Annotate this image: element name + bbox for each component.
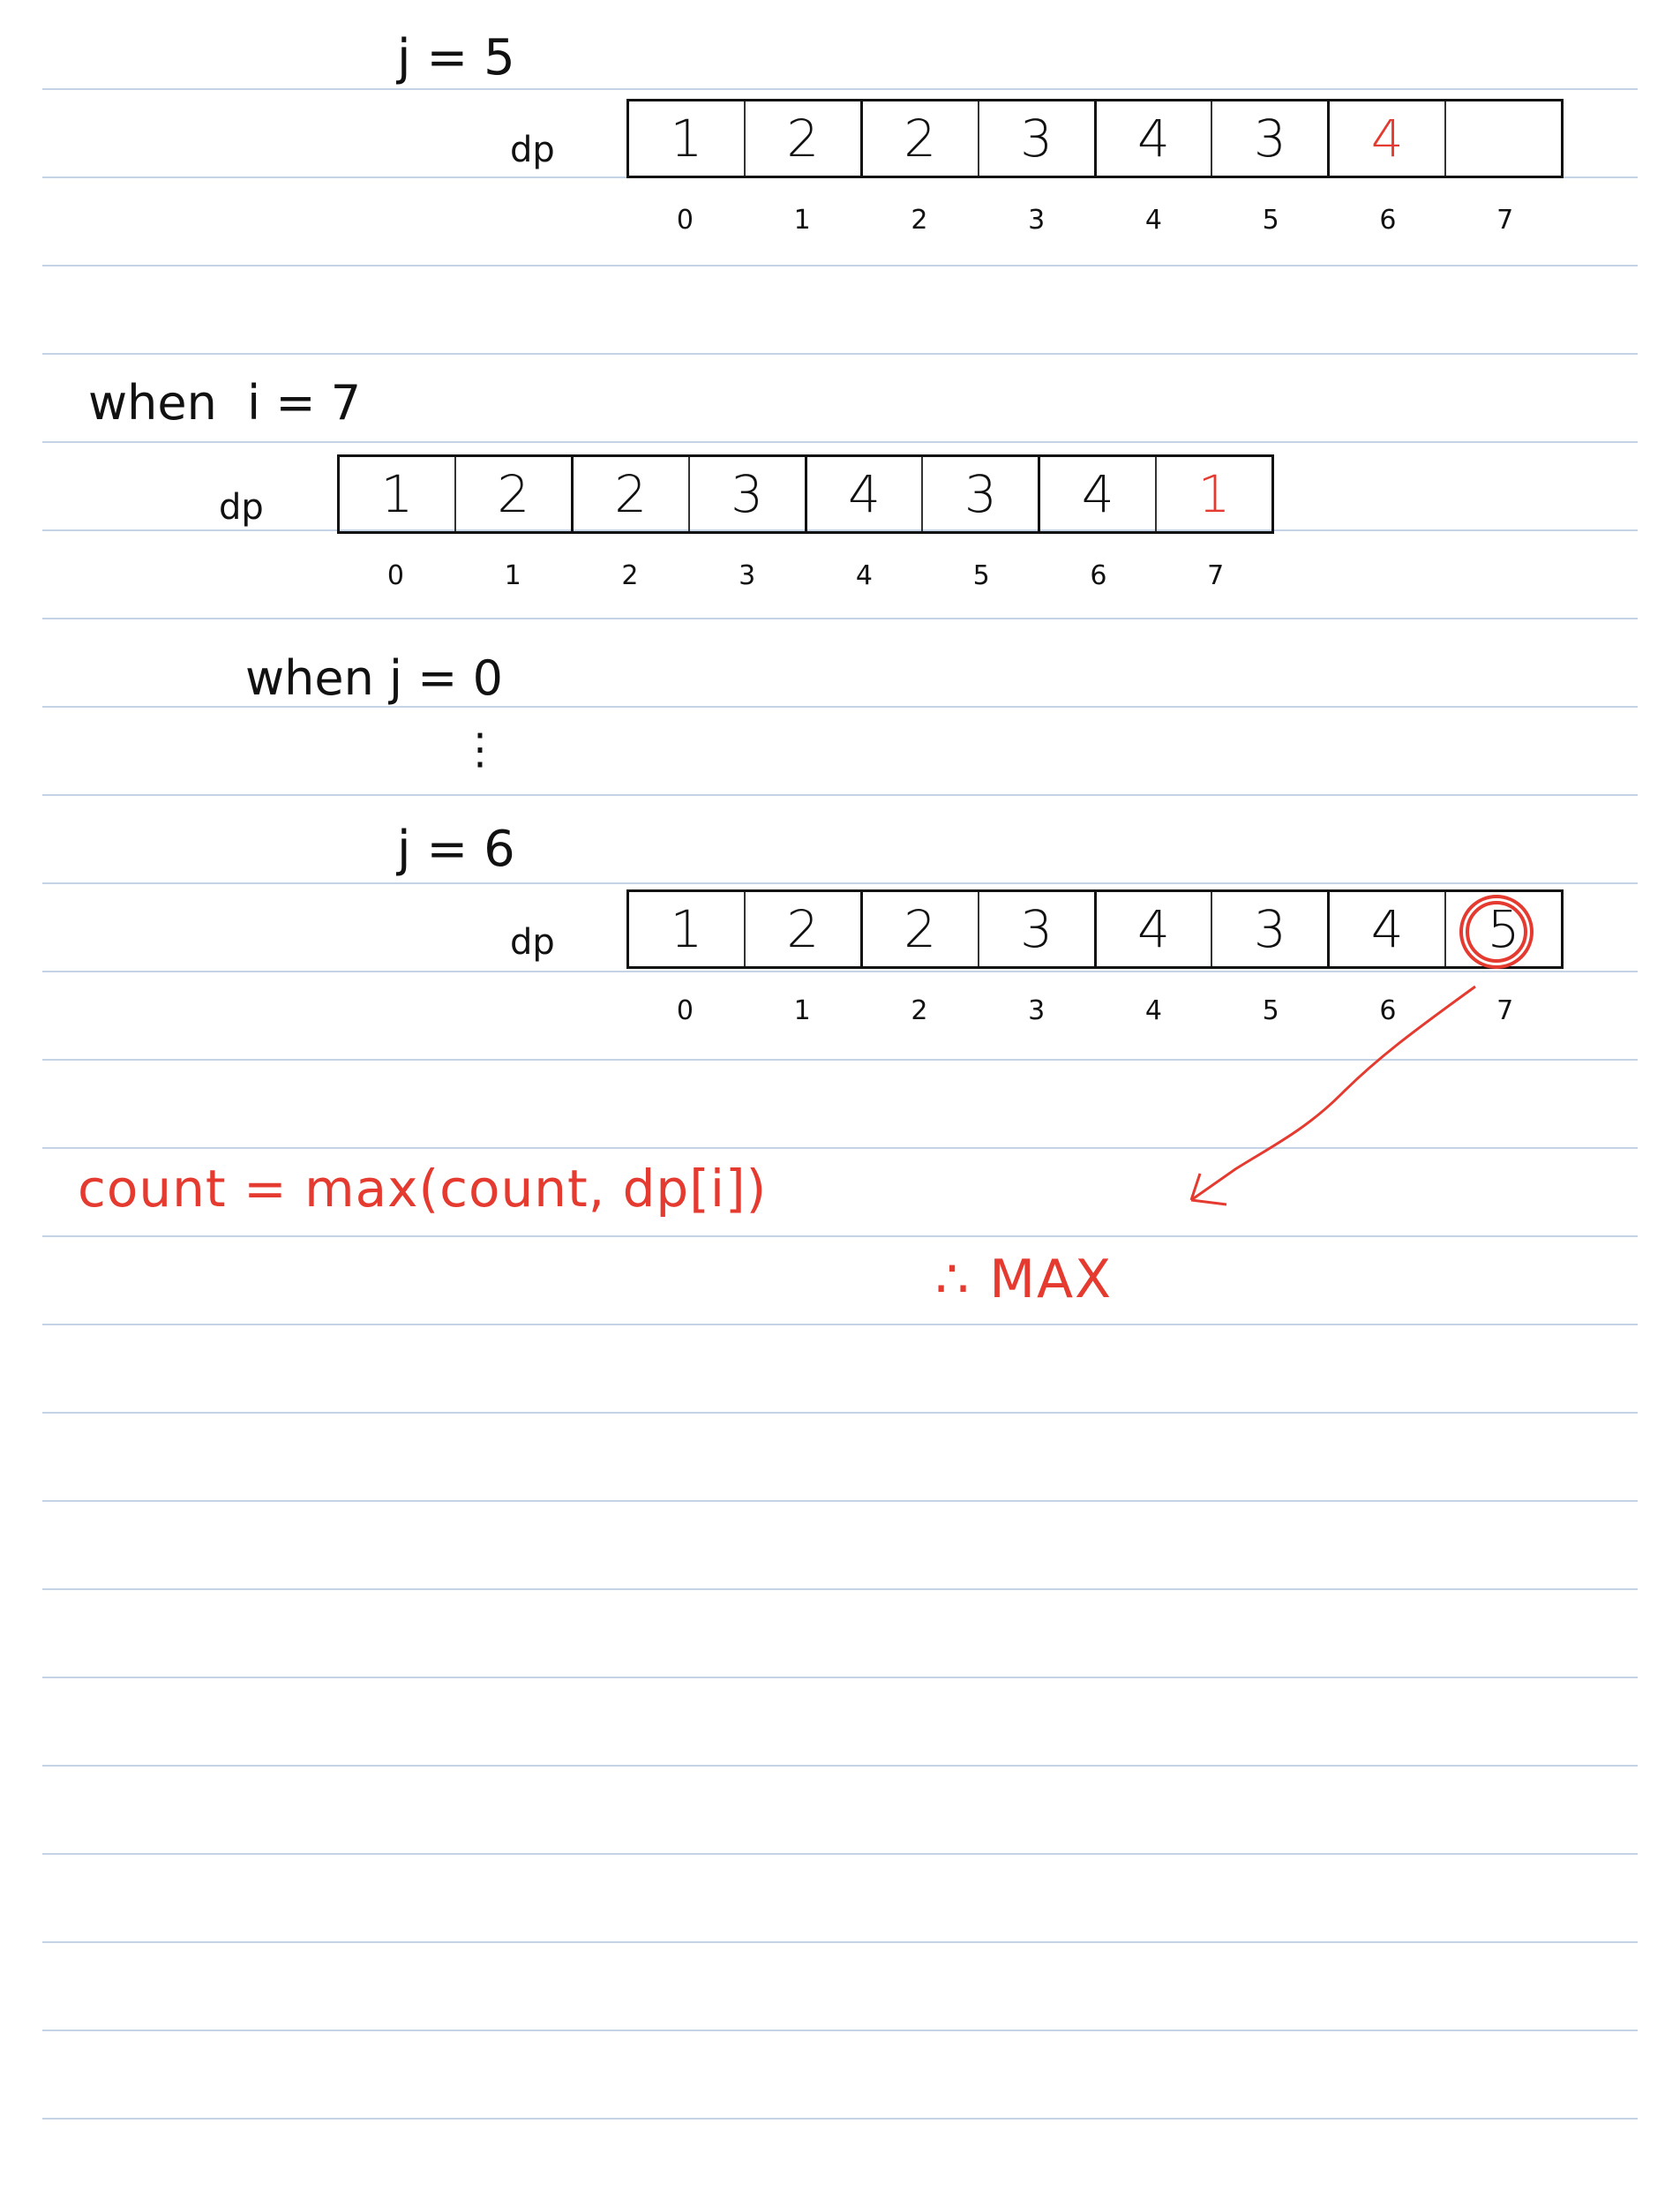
rule-line <box>42 706 1638 708</box>
dp-index: 0 <box>676 995 694 1026</box>
dp-cell: 4 <box>1038 457 1155 531</box>
dp-cell <box>1444 101 1561 176</box>
dp-index: 2 <box>911 995 928 1026</box>
notebook-rules <box>0 0 1680 2206</box>
dp-index: 3 <box>1028 205 1046 236</box>
dp-cell: 1 <box>1155 457 1271 531</box>
dp-cell: 2 <box>743 892 860 966</box>
max-formula: count = max(count, dp[i]) <box>78 1159 768 1219</box>
rule-line <box>42 1324 1638 1325</box>
rule-line <box>42 1059 1638 1061</box>
dp-cell: 4 <box>1093 892 1211 966</box>
dp-index: 6 <box>1379 205 1397 236</box>
rule-line <box>42 1147 1638 1149</box>
dp-index: 1 <box>793 995 811 1026</box>
dp-cell: 2 <box>859 101 978 176</box>
dp-cell: 3 <box>977 101 1094 176</box>
dp-index: 5 <box>1262 205 1279 236</box>
dp-index: 5 <box>972 560 990 591</box>
rule-line <box>42 1941 1638 1943</box>
block3-index-row: 0 1 2 3 4 5 6 7 <box>626 995 1564 1026</box>
dp-index: 7 <box>1207 560 1225 591</box>
rule-line <box>42 2118 1638 2120</box>
dp-index: 2 <box>621 560 639 591</box>
block2-index-row: 0 1 2 3 4 5 6 7 <box>337 560 1274 591</box>
dp-index: 1 <box>504 560 521 591</box>
max-conclusion: ∴ MAX <box>935 1249 1114 1310</box>
dp-cell: 4 <box>804 457 922 531</box>
dp-index: 4 <box>855 560 873 591</box>
dp-cell: 2 <box>743 101 860 176</box>
rule-line <box>42 1765 1638 1767</box>
dp-cell: 1 <box>670 109 703 169</box>
rule-line <box>42 1677 1638 1678</box>
dp-index: 0 <box>386 560 404 591</box>
rule-line <box>42 1500 1638 1502</box>
dp-cell: 2 <box>859 892 978 966</box>
rule-line <box>42 618 1638 619</box>
rule-line <box>42 1235 1638 1237</box>
rule-line <box>42 88 1638 90</box>
dp-index: 6 <box>1090 560 1107 591</box>
block2-dp-label: dp <box>219 487 264 528</box>
block3-subheader: j = 6 <box>397 821 515 878</box>
dp-cell: 2 <box>570 457 688 531</box>
dp-index: 7 <box>1496 205 1514 236</box>
dp-cell: 1 <box>380 464 414 524</box>
block1-dp-label: dp <box>510 130 555 170</box>
dp-index: 2 <box>911 205 928 236</box>
block3-dp-array: 12234345 <box>626 889 1564 969</box>
block1-header: j = 5 <box>397 29 515 86</box>
rule-line <box>42 2030 1638 2031</box>
dp-cell: 4 <box>1327 101 1444 176</box>
dp-cell: 1 <box>670 899 703 959</box>
block3-header: when j = 0 <box>245 650 503 706</box>
block2-dp-array: 12234341 <box>337 454 1274 534</box>
dp-cell: 3 <box>1211 892 1327 966</box>
dp-index: 3 <box>739 560 756 591</box>
vertical-dots: ⋮ <box>459 724 501 774</box>
dp-index: 3 <box>1028 995 1046 1026</box>
rule-line <box>42 794 1638 796</box>
dp-index: 0 <box>676 205 694 236</box>
dp-cell: 3 <box>1211 101 1327 176</box>
rule-line <box>42 1588 1638 1590</box>
dp-cell: 3 <box>977 892 1094 966</box>
dp-cell: 3 <box>921 457 1038 531</box>
dp-index: 5 <box>1262 995 1279 1026</box>
dp-cell: 4 <box>1327 892 1444 966</box>
rule-line <box>42 1853 1638 1855</box>
rule-line <box>42 971 1638 972</box>
dp-cell: 4 <box>1093 101 1211 176</box>
dp-cell: 2 <box>454 457 571 531</box>
dp-index: 7 <box>1496 995 1514 1026</box>
block3-dp-label: dp <box>510 922 555 963</box>
block1-dp-array: 1223434 <box>626 99 1564 178</box>
rule-line <box>42 1412 1638 1414</box>
dp-index: 4 <box>1144 205 1162 236</box>
dp-index: 4 <box>1144 995 1162 1026</box>
rule-line <box>42 882 1638 884</box>
block2-header: when i = 7 <box>88 375 362 431</box>
rule-line <box>42 441 1638 443</box>
rule-line <box>42 265 1638 266</box>
block1-index-row: 0 1 2 3 4 5 6 7 <box>626 205 1564 236</box>
rule-line <box>42 353 1638 355</box>
dp-index: 6 <box>1379 995 1397 1026</box>
dp-cell: 3 <box>687 457 805 531</box>
highlight-circle <box>1459 895 1534 969</box>
dp-index: 1 <box>793 205 811 236</box>
